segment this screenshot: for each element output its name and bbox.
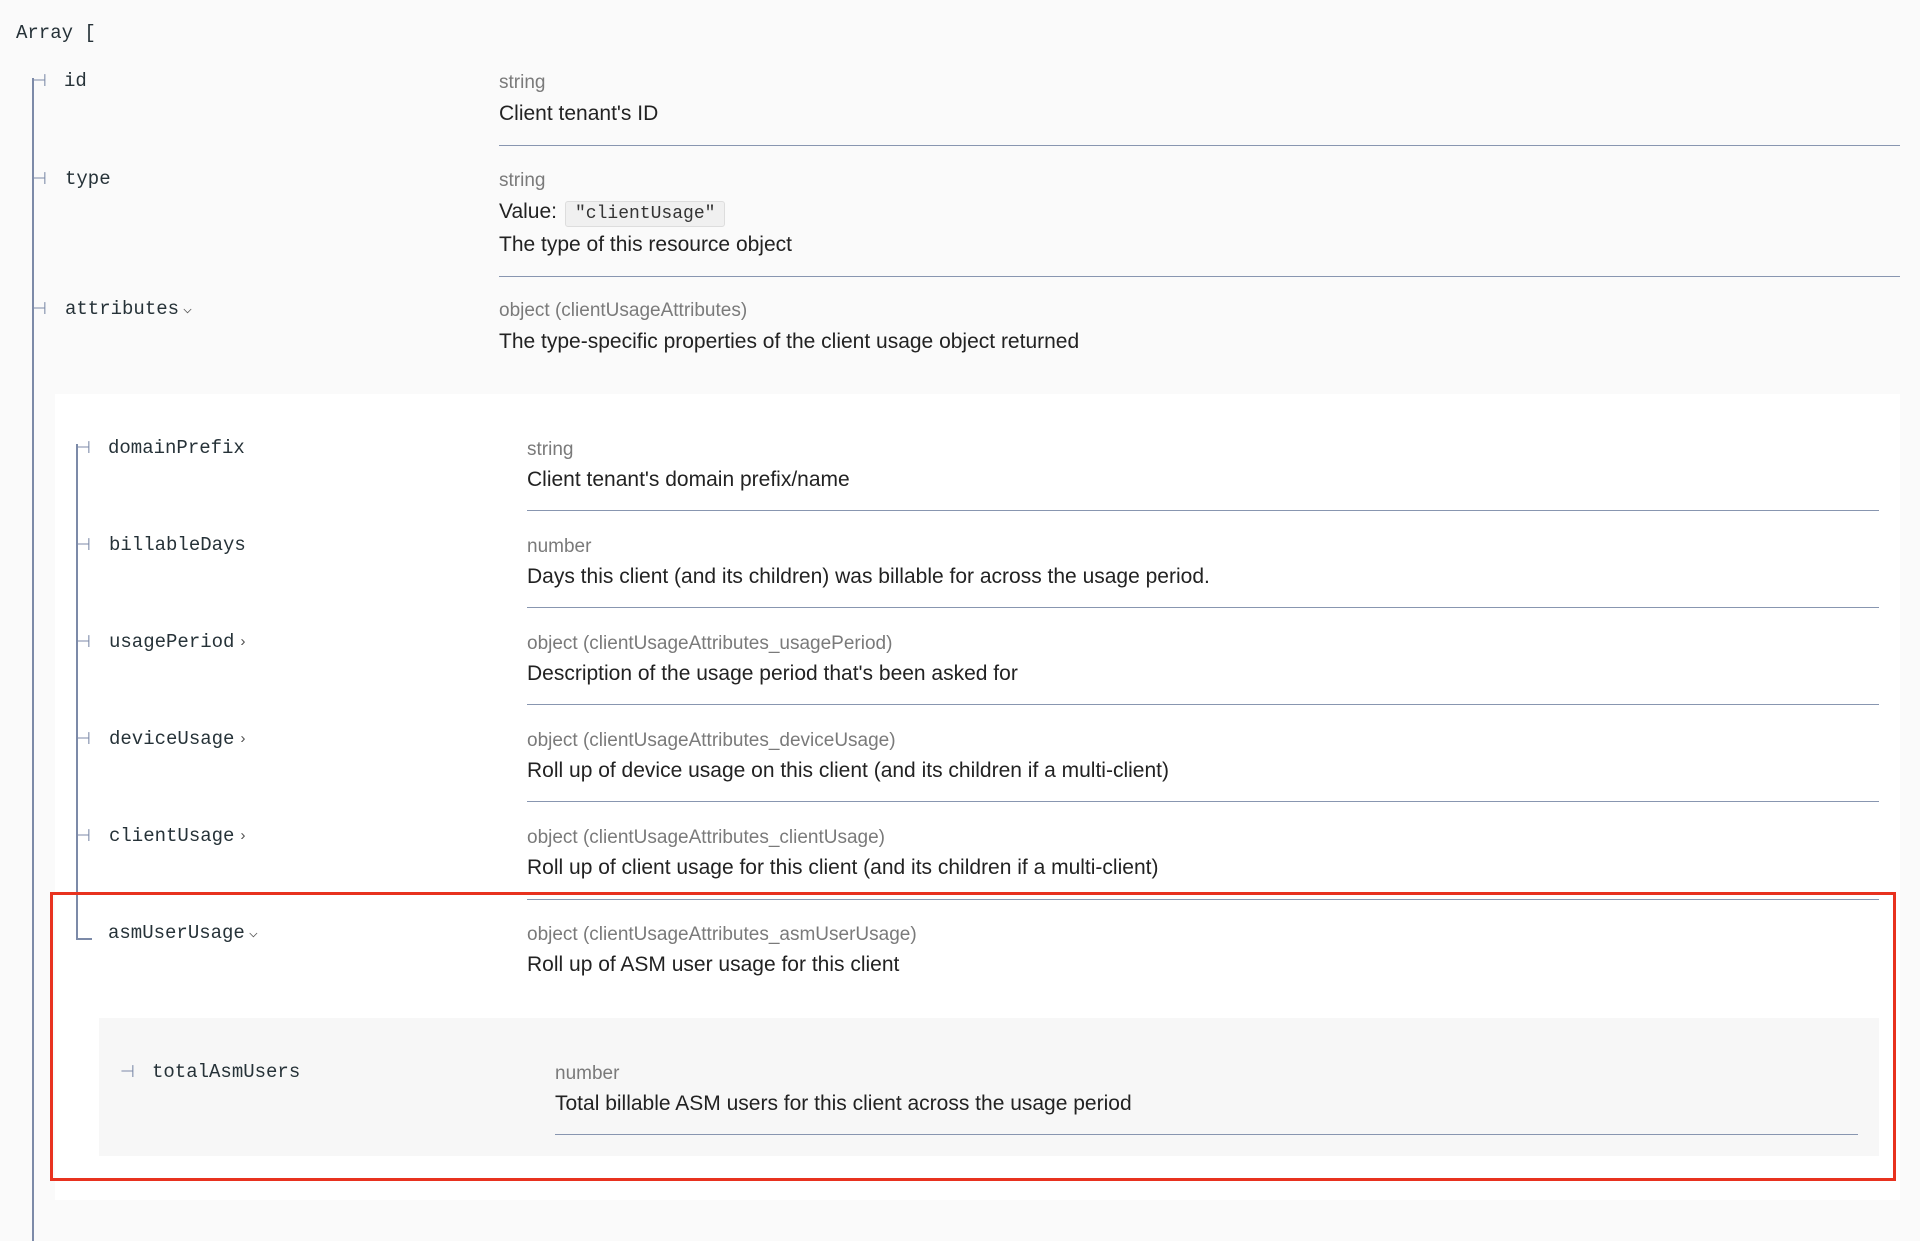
property-type: string: [527, 439, 574, 460]
usagePeriod-toggle[interactable]: usagePeriod ›: [109, 631, 247, 653]
deviceUsage-toggle[interactable]: deviceUsage ›: [109, 728, 247, 750]
property-type: object (clientUsageAttributes_clientUsag…: [527, 827, 886, 848]
value-label: Value:: [499, 200, 557, 223]
property-description: Days this client (and its children) was …: [527, 565, 1210, 588]
property-type: object (clientUsageAttributes): [499, 300, 748, 321]
row-divider: [527, 510, 1879, 511]
property-type: string: [499, 170, 546, 191]
row-divider: [499, 145, 1900, 146]
value-pill: "clientUsage": [565, 201, 726, 227]
tree-branch-icon: ⊣: [32, 169, 47, 188]
property-name: usagePeriod: [109, 631, 235, 653]
tree-branch-icon: ⊣: [76, 729, 91, 748]
property-name: id: [64, 70, 87, 92]
row-divider: [527, 704, 1879, 705]
property-description: The type of this resource object: [499, 233, 792, 256]
tree-branch-icon: ⊣: [32, 299, 47, 318]
property-description: The type-specific properties of the clie…: [499, 330, 1080, 353]
tree-branch-icon: ⊣: [76, 826, 91, 845]
outer-tree-line: [32, 78, 34, 1241]
chevron-right-icon: ›: [238, 828, 248, 845]
chevron-down-icon: ⌵: [183, 301, 193, 318]
property-name: deviceUsage: [109, 728, 235, 750]
property-value-line: Value: "clientUsage": [499, 200, 726, 227]
property-description: Description of the usage period that's b…: [527, 662, 1018, 685]
property-type: number: [527, 536, 592, 557]
chevron-right-icon: ›: [238, 731, 248, 748]
property-type: string: [499, 72, 546, 93]
tree-branch-icon: ⊣: [76, 535, 91, 554]
property-type: object (clientUsageAttributes_deviceUsag…: [527, 730, 896, 751]
property-name: type: [65, 168, 111, 190]
property-name: attributes: [65, 298, 180, 320]
row-divider: [527, 801, 1879, 802]
clientUsage-toggle[interactable]: clientUsage ›: [109, 825, 247, 847]
chevron-right-icon: ›: [238, 634, 248, 651]
property-description: Client tenant's domain prefix/name: [527, 468, 850, 491]
property-name: clientUsage: [109, 825, 235, 847]
property-name: billableDays: [109, 534, 246, 556]
property-description: Roll up of device usage on this client (…: [527, 759, 1169, 782]
row-divider: [499, 276, 1900, 277]
property-description: Client tenant's ID: [499, 102, 659, 125]
property-name: domainPrefix: [108, 437, 245, 459]
tree-branch-icon: ⊣: [76, 438, 91, 457]
attributes-tree-line: [76, 444, 78, 940]
tree-branch-icon: ⊣: [32, 71, 47, 90]
tree-branch-icon: ⊣: [76, 632, 91, 651]
property-type: object (clientUsageAttributes_usagePerio…: [527, 633, 893, 654]
property-description: Roll up of client usage for this client …: [527, 856, 1159, 879]
array-open-label: Array [: [16, 22, 96, 44]
row-divider: [527, 607, 1879, 608]
attributes-toggle[interactable]: attributes ⌵: [65, 298, 192, 320]
highlight-box: [50, 892, 1896, 1181]
